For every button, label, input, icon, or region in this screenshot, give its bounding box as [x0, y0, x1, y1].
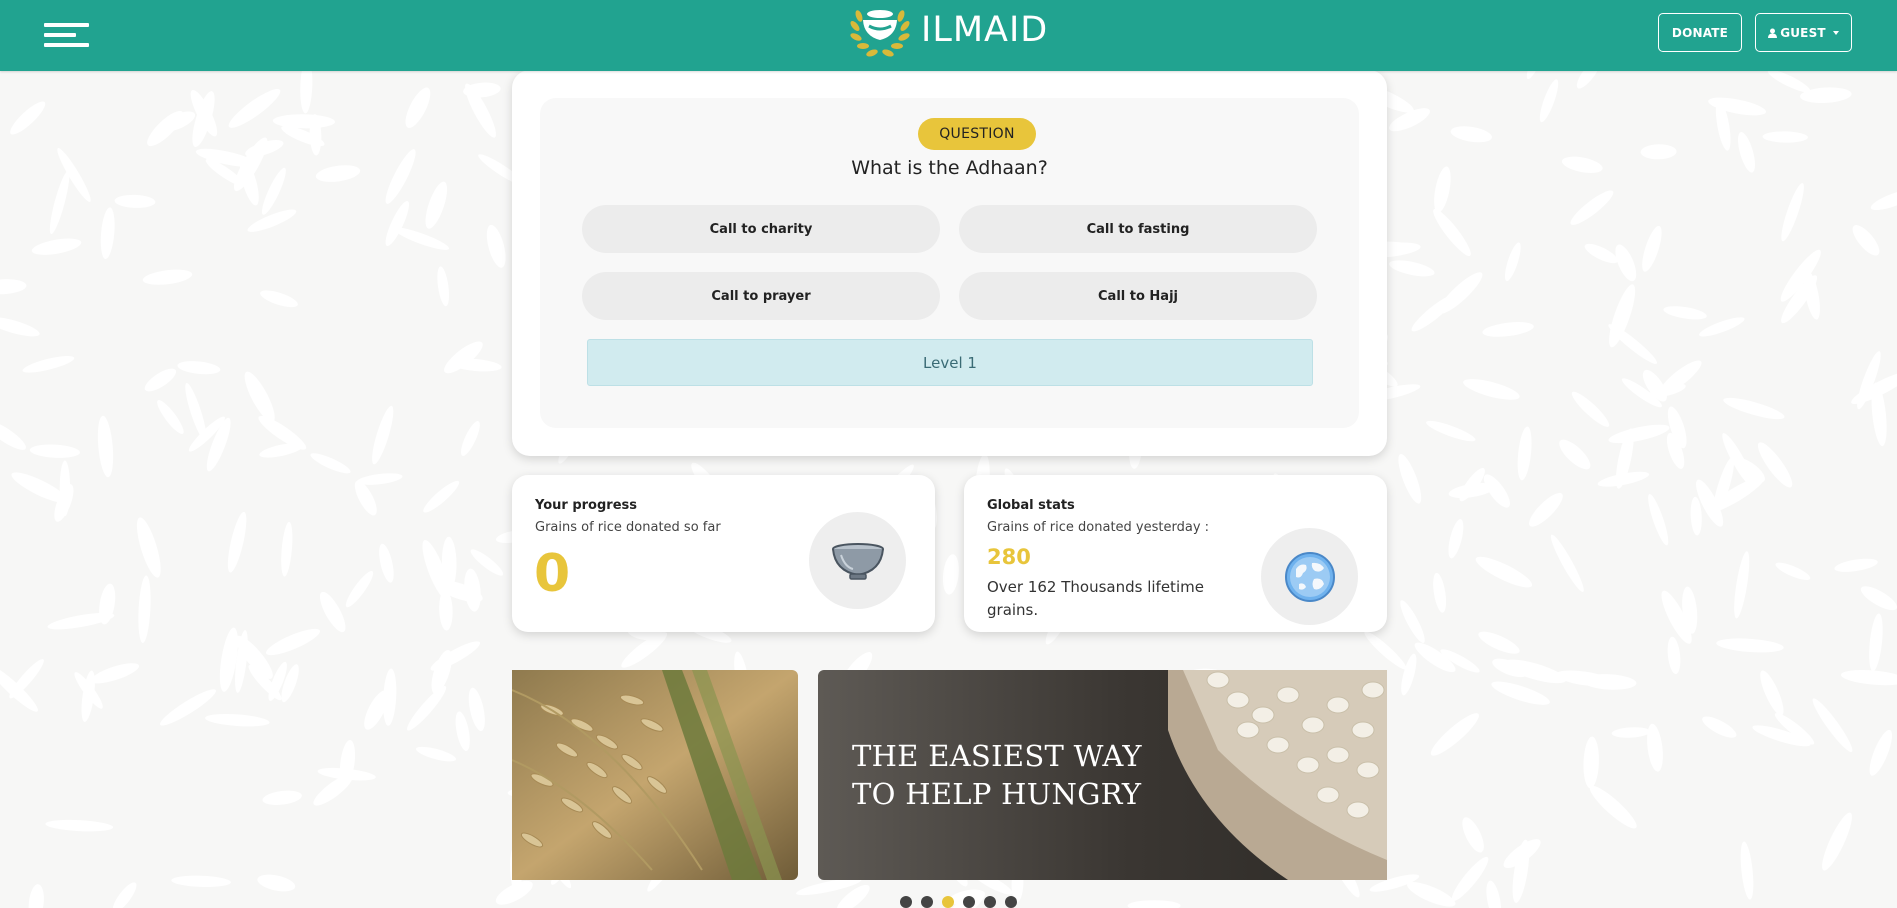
donate-button[interactable]: DONATE	[1658, 13, 1742, 52]
caret-down-icon	[1832, 30, 1839, 35]
global-lifetime: Over 162 Thousands lifetime grains.	[987, 578, 1204, 619]
globe-icon	[1261, 528, 1358, 625]
question-card: QUESTION What is the Adhaan? Call to cha…	[512, 70, 1387, 456]
donate-label: DONATE	[1671, 25, 1729, 40]
guest-label: GUEST	[1780, 25, 1826, 40]
site-logo[interactable]: ILMAID	[845, 0, 1065, 64]
question-panel: QUESTION What is the Adhaan? Call to cha…	[540, 98, 1359, 428]
progress-value: 0	[534, 544, 571, 604]
carousel-dot[interactable]	[900, 896, 912, 908]
answer-button[interactable]: Call to charity	[582, 205, 940, 253]
top-navbar: ILMAID DONATE GUEST	[0, 0, 1897, 71]
progress-subtitle: Grains of rice donated so far	[535, 520, 721, 535]
progress-card: Your progress Grains of rice donated so …	[512, 475, 935, 632]
answer-button[interactable]: Call to prayer	[582, 272, 940, 320]
rice-basket-image: THE EASIEST WAY TO HELP HUNGRY	[818, 670, 1387, 880]
answer-button[interactable]: Call to fasting	[959, 205, 1317, 253]
user-icon	[1768, 28, 1778, 38]
progress-title: Your progress	[535, 498, 638, 513]
carousel-dot[interactable]	[921, 896, 933, 908]
global-title: Global stats	[987, 498, 1075, 513]
bowl-icon	[809, 512, 906, 609]
question-text: What is the Adhaan?	[851, 157, 1048, 179]
global-subtitle: Grains of rice donated yesterday :	[987, 520, 1210, 535]
carousel-dot[interactable]	[963, 896, 975, 908]
bowl-logo-icon	[850, 10, 910, 57]
answer-button[interactable]: Call to Hajj	[959, 272, 1317, 320]
carousel-dot[interactable]	[942, 896, 954, 908]
global-stats-card: Global stats Grains of rice donated yest…	[964, 475, 1387, 632]
caption-line-2: TO HELP HUNGRY	[852, 777, 1142, 811]
logo-text: ILMAID	[921, 10, 1049, 50]
caption-line-1: THE EASIEST WAY	[852, 739, 1142, 773]
level-indicator: Level 1	[587, 339, 1313, 386]
global-value: 280	[987, 545, 1031, 569]
hero-carousel[interactable]: THE EASIEST WAY TO HELP HUNGRY	[512, 670, 1387, 880]
rice-plant-image	[512, 670, 798, 880]
carousel-dot[interactable]	[1005, 896, 1017, 908]
guest-dropdown-button[interactable]: GUEST	[1755, 13, 1852, 52]
carousel-dot[interactable]	[984, 896, 996, 908]
carousel-caption: THE EASIEST WAY TO HELP HUNGRY	[852, 737, 1142, 813]
carousel-indicators	[900, 896, 1017, 908]
menu-icon[interactable]	[44, 20, 92, 50]
question-badge: QUESTION	[918, 118, 1036, 150]
